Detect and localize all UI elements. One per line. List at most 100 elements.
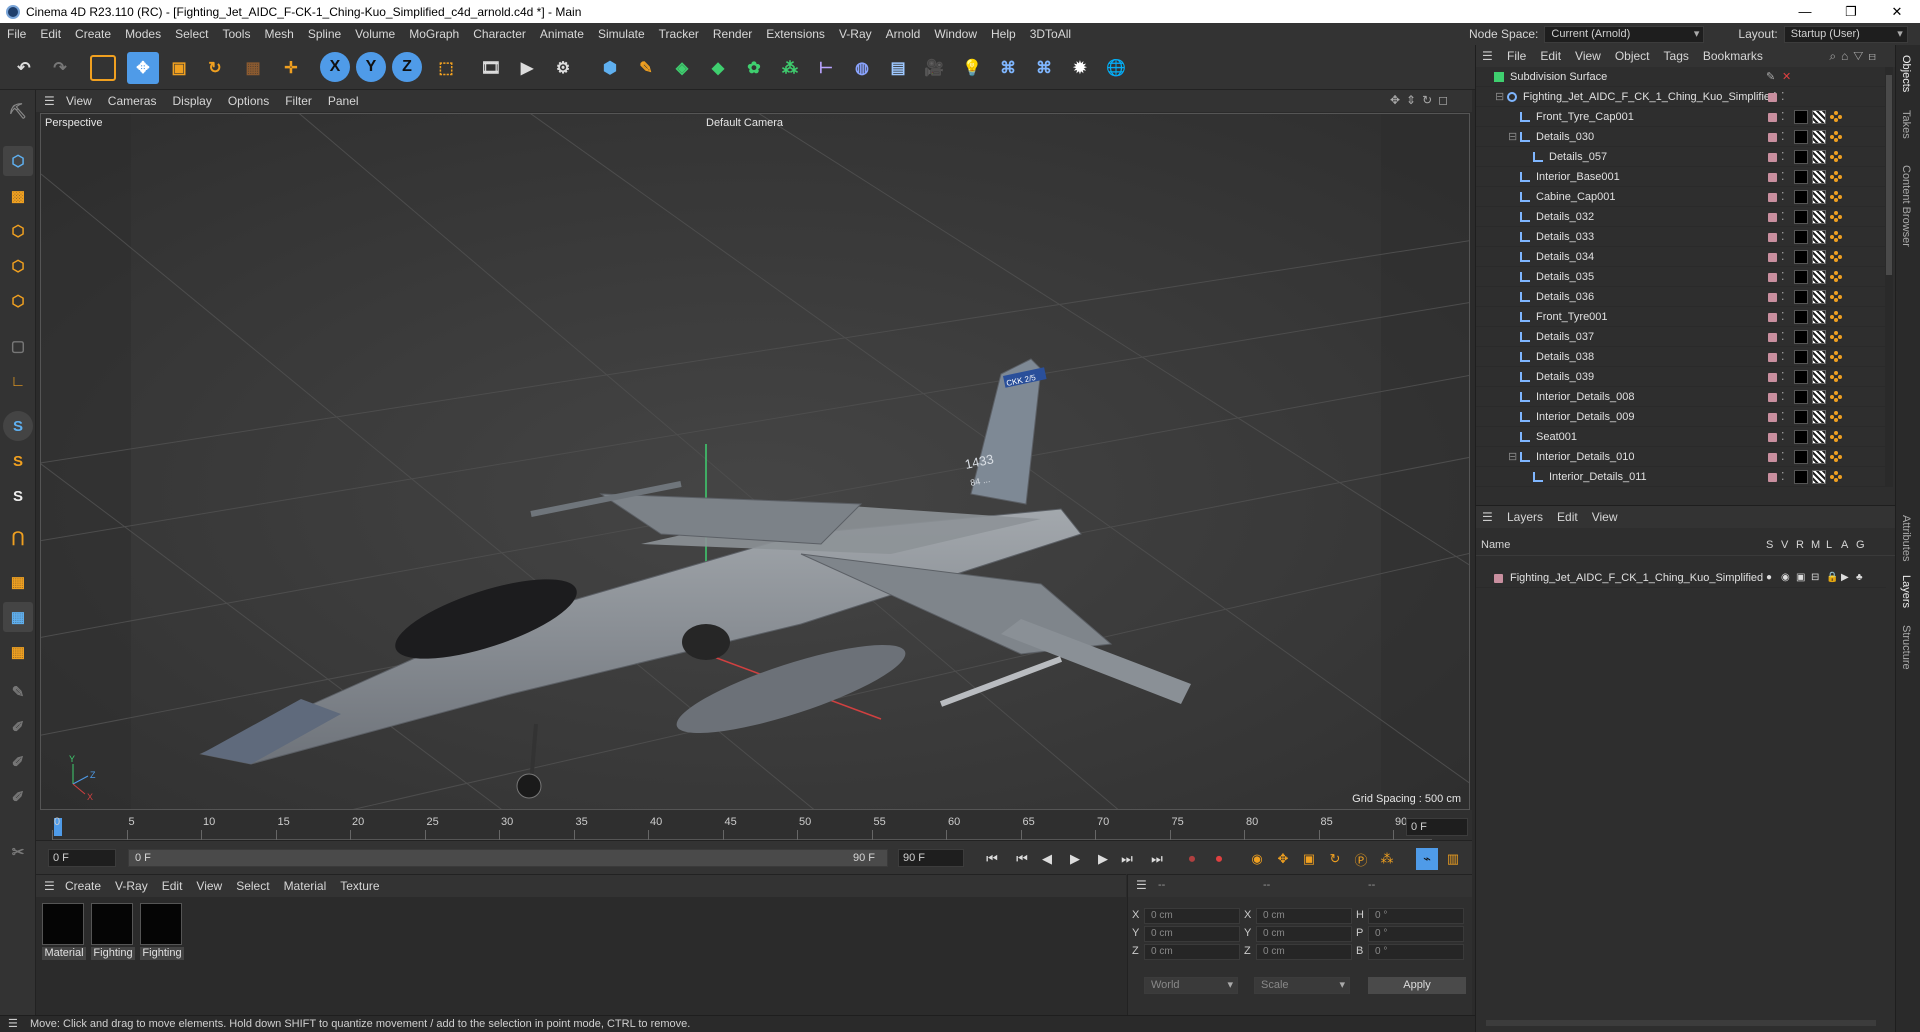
uv-mode-icon[interactable]: ▢ — [3, 331, 33, 361]
menu-edit[interactable]: Edit — [33, 23, 68, 45]
side-tab-content-browser[interactable]: Content Browser — [1900, 165, 1912, 247]
material-tag-icon[interactable] — [1794, 270, 1808, 284]
texture-tag-icon[interactable] — [1812, 110, 1826, 124]
visibility-dots-icon[interactable]: ⁚ — [1781, 267, 1785, 287]
layer-color-swatch[interactable] — [1494, 574, 1503, 583]
python-icon[interactable]: ⌘ — [992, 52, 1024, 84]
layer-color-icon[interactable] — [1768, 153, 1777, 162]
viewport-menu-view[interactable]: View — [58, 90, 100, 112]
material-tag-icon[interactable] — [1794, 450, 1808, 464]
render-icon[interactable]: ▣ — [1796, 568, 1805, 588]
texture-mode-icon[interactable]: ▩ — [3, 181, 33, 211]
prev-frame-icon[interactable]: ◀ — [1036, 848, 1058, 870]
viewport-menu-cameras[interactable]: Cameras — [100, 90, 165, 112]
texture-tag-icon[interactable] — [1812, 310, 1826, 324]
object-row[interactable]: Details_037 ⁚ — [1476, 327, 1886, 347]
material-tag-icon[interactable] — [1794, 430, 1808, 444]
arnold-tag-icon[interactable] — [1830, 471, 1842, 483]
layer-color-icon[interactable] — [1768, 393, 1777, 402]
layer-color-icon[interactable] — [1768, 373, 1777, 382]
edge-mode-icon[interactable]: ⬡ — [3, 251, 33, 281]
material-tag-icon[interactable] — [1794, 170, 1808, 184]
end-frame-field[interactable]: 90 F — [898, 849, 964, 867]
extrude-generator-icon[interactable]: ◆ — [702, 52, 734, 84]
object-row[interactable]: Cabine_Cap001 ⁚ — [1476, 187, 1886, 207]
object-menu-edit[interactable]: Edit — [1533, 45, 1568, 67]
menu-arnold[interactable]: Arnold — [879, 23, 928, 45]
visibility-dots-icon[interactable]: ⁚ — [1781, 87, 1785, 107]
texture-tag-icon[interactable] — [1812, 470, 1826, 484]
visibility-dots-icon[interactable]: ⁚ — [1781, 127, 1785, 147]
texture-tag-icon[interactable] — [1812, 170, 1826, 184]
texture-tag-icon[interactable] — [1812, 270, 1826, 284]
snap-settings-icon[interactable]: S — [3, 446, 33, 476]
layer-color-icon[interactable] — [1768, 293, 1777, 302]
side-tab-takes[interactable]: Takes — [1900, 110, 1912, 139]
layer-color-icon[interactable] — [1768, 173, 1777, 182]
texture-tag-icon[interactable] — [1812, 250, 1826, 264]
coordinate-mode-dropdown[interactable]: Scale — [1254, 977, 1350, 994]
deformer-icon[interactable]: ⊢ — [810, 52, 842, 84]
arnold-tag-icon[interactable] — [1830, 171, 1842, 183]
viewport-nav-icons[interactable]: ✥⇕↻◻ — [1390, 93, 1454, 107]
texture-tag-icon[interactable] — [1812, 150, 1826, 164]
object-row[interactable]: Front_Tyre001 ⁚ — [1476, 307, 1886, 327]
axis-mode-icon[interactable]: ∟ — [3, 366, 33, 396]
layer-color-icon[interactable] — [1768, 193, 1777, 202]
render-view-icon[interactable]: 🎞 — [475, 52, 507, 84]
object-row[interactable]: Interior_Details_011 ⁚ — [1476, 467, 1886, 487]
material-menu-v-ray[interactable]: V-Ray — [108, 875, 155, 897]
object-row[interactable]: Details_036 ⁚ — [1476, 287, 1886, 307]
layer-color-icon[interactable] — [1768, 273, 1777, 282]
menu-tools[interactable]: Tools — [215, 23, 257, 45]
material-tag-icon[interactable] — [1794, 470, 1808, 484]
object-row[interactable]: Details_035 ⁚ — [1476, 267, 1886, 287]
visibility-dots-icon[interactable]: ⁚ — [1781, 187, 1785, 207]
object-row[interactable]: Interior_Details_008 ⁚ — [1476, 387, 1886, 407]
object-row[interactable]: Details_033 ⁚ — [1476, 227, 1886, 247]
material-swatch[interactable]: Fighting — [140, 903, 184, 960]
subdivision-surface-icon[interactable]: ◈ — [666, 52, 698, 84]
material-swatch[interactable]: Material — [42, 903, 86, 960]
disable-generator-icon[interactable]: ✕ — [1782, 67, 1791, 87]
side-tab-layers[interactable]: Layers — [1900, 575, 1912, 608]
layer-color-icon[interactable] — [1768, 473, 1777, 482]
undo-icon[interactable]: ↶ — [8, 52, 40, 84]
render-settings-icon[interactable]: ⚙ — [547, 52, 579, 84]
auto-key-icon[interactable]: ⏺ — [1208, 848, 1230, 870]
go-to-end-icon[interactable]: ⏭ — [1146, 848, 1168, 870]
menu-mesh[interactable]: Mesh — [257, 23, 300, 45]
point-mode-icon[interactable]: ⬡ — [3, 216, 33, 246]
globe-icon[interactable]: 🌐 — [1100, 52, 1132, 84]
close-button[interactable]: ✕ — [1874, 0, 1920, 23]
go-to-start-icon[interactable]: ⏮ — [981, 848, 1003, 870]
object-row[interactable]: Details_038 ⁚ — [1476, 347, 1886, 367]
material-tag-icon[interactable] — [1794, 190, 1808, 204]
layer-row[interactable]: Fighting_Jet_AIDC_F_CK_1_Ching_Kuo_Simpl… — [1476, 568, 1886, 588]
material-tag-icon[interactable] — [1794, 390, 1808, 404]
frame-ruler[interactable]: 0 5 10 15 20 25 30 35 40 45 50 55 60 65 70 75 80 85 90 — [52, 816, 1432, 840]
record-icon[interactable]: ⏺ — [1181, 848, 1203, 870]
object-tree[interactable]: Subdivision Surface ✎ ✕ ⊟ Fighting_Jet_AIDC_… — [1476, 67, 1895, 487]
menu-character[interactable]: Character — [466, 23, 533, 45]
recent-tool-icon[interactable]: ▦ — [237, 52, 269, 84]
object-row[interactable]: Details_039 ⁚ — [1476, 367, 1886, 387]
coord-value-field[interactable]: 0 cm — [1144, 926, 1240, 942]
menu-simulate[interactable]: Simulate — [591, 23, 652, 45]
hamburger-icon[interactable]: ☰ — [8, 1016, 18, 1032]
texture-tag-icon[interactable] — [1812, 430, 1826, 444]
material-tag-icon[interactable] — [1794, 310, 1808, 324]
key-rotation-icon[interactable]: ↻ — [1324, 848, 1346, 870]
material-tag-icon[interactable] — [1794, 130, 1808, 144]
material-preview[interactable] — [140, 903, 182, 945]
visibility-dots-icon[interactable]: ⁚ — [1781, 107, 1785, 127]
material-tag-icon[interactable] — [1794, 250, 1808, 264]
menu-extensions[interactable]: Extensions — [759, 23, 832, 45]
menu-mograph[interactable]: MoGraph — [402, 23, 466, 45]
layer-color-icon[interactable] — [1768, 353, 1777, 362]
x-axis-lock-icon[interactable]: X — [320, 52, 350, 82]
frame-range-slider[interactable]: 0 F 90 F — [128, 849, 888, 867]
field-icon[interactable]: ◍ — [846, 52, 878, 84]
redo-icon[interactable]: ↷ — [44, 52, 76, 84]
material-menu-create[interactable]: Create — [58, 875, 108, 897]
